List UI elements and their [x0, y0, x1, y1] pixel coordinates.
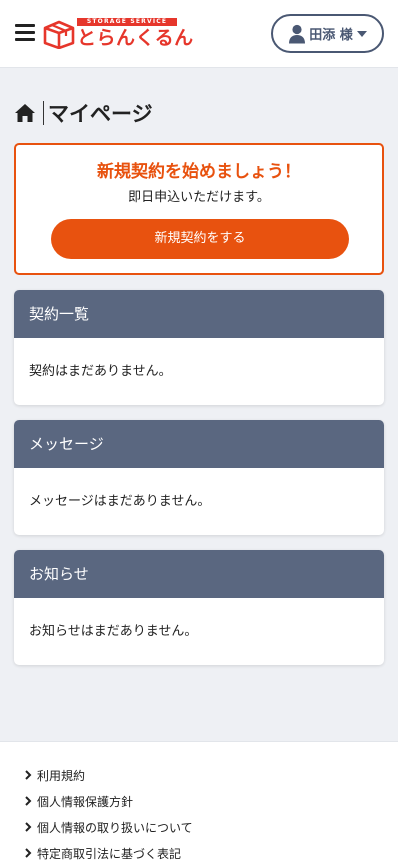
footer-link-label: 個人情報の取り扱いについて [37, 820, 193, 835]
page-title-text: マイページ [48, 102, 153, 126]
user-name: 田添 様 [309, 28, 353, 43]
promo-subtext: 即日申込いただけます。 [128, 190, 270, 205]
messages-card: メッセージ メッセージはまだありません。 [14, 420, 384, 535]
footer-link-label: 個人情報保護方針 [37, 794, 134, 809]
new-contract-button[interactable]: 新規契約をする [51, 219, 349, 259]
contract-list-card: 契約一覧 契約はまだありません。 [14, 290, 384, 405]
box-logo-icon [43, 20, 75, 49]
chevron-right-icon [25, 848, 32, 858]
card-empty-text: 契約はまだありません。 [29, 364, 172, 379]
footer-link-privacy-policy[interactable]: 個人情報保護方針 [24, 788, 193, 814]
user-icon [289, 24, 306, 43]
card-title: 契約一覧 [14, 290, 384, 338]
card-empty-text: メッセージはまだありません。 [29, 494, 211, 509]
footer-link-personal-info[interactable]: 個人情報の取り扱いについて [24, 814, 193, 840]
logo[interactable]: STORAGE SERVICE とらんくるん [43, 17, 193, 51]
card-title: メッセージ [14, 420, 384, 468]
chevron-right-icon [25, 822, 32, 832]
chevron-right-icon [25, 796, 32, 806]
footer-link-label: 利用規約 [37, 768, 86, 783]
card-title: お知らせ [14, 550, 384, 598]
caret-down-icon [356, 30, 367, 37]
footer: 利用規約 個人情報保護方針 個人情報の取り扱いについて 特定商取引法に基づく表記 [0, 741, 398, 864]
footer-links: 利用規約 個人情報保護方針 個人情報の取り扱いについて 特定商取引法に基づく表記 [24, 762, 193, 864]
page-title: マイページ [14, 98, 153, 128]
home-icon [15, 104, 35, 122]
app-header: STORAGE SERVICE とらんくるん 田添 様 [0, 0, 398, 68]
new-contract-promo: 新規契約を始めましょう！ 即日申込いただけます。 新規契約をする [14, 143, 384, 275]
footer-link-label: 特定商取引法に基づく表記 [37, 846, 182, 861]
user-menu-button[interactable]: 田添 様 [271, 14, 384, 53]
footer-link-commercial-law[interactable]: 特定商取引法に基づく表記 [24, 840, 193, 864]
chevron-right-icon [25, 770, 32, 780]
logo-name: とらんくるん [77, 27, 194, 49]
card-empty-text: お知らせはまだありません。 [29, 624, 198, 639]
notices-card: お知らせ お知らせはまだありません。 [14, 550, 384, 665]
promo-heading: 新規契約を始めましょう！ [97, 162, 301, 182]
logo-subtitle: STORAGE SERVICE [77, 18, 177, 26]
hamburger-menu-icon[interactable] [15, 24, 35, 42]
title-separator [43, 101, 44, 125]
footer-link-terms[interactable]: 利用規約 [24, 762, 193, 788]
